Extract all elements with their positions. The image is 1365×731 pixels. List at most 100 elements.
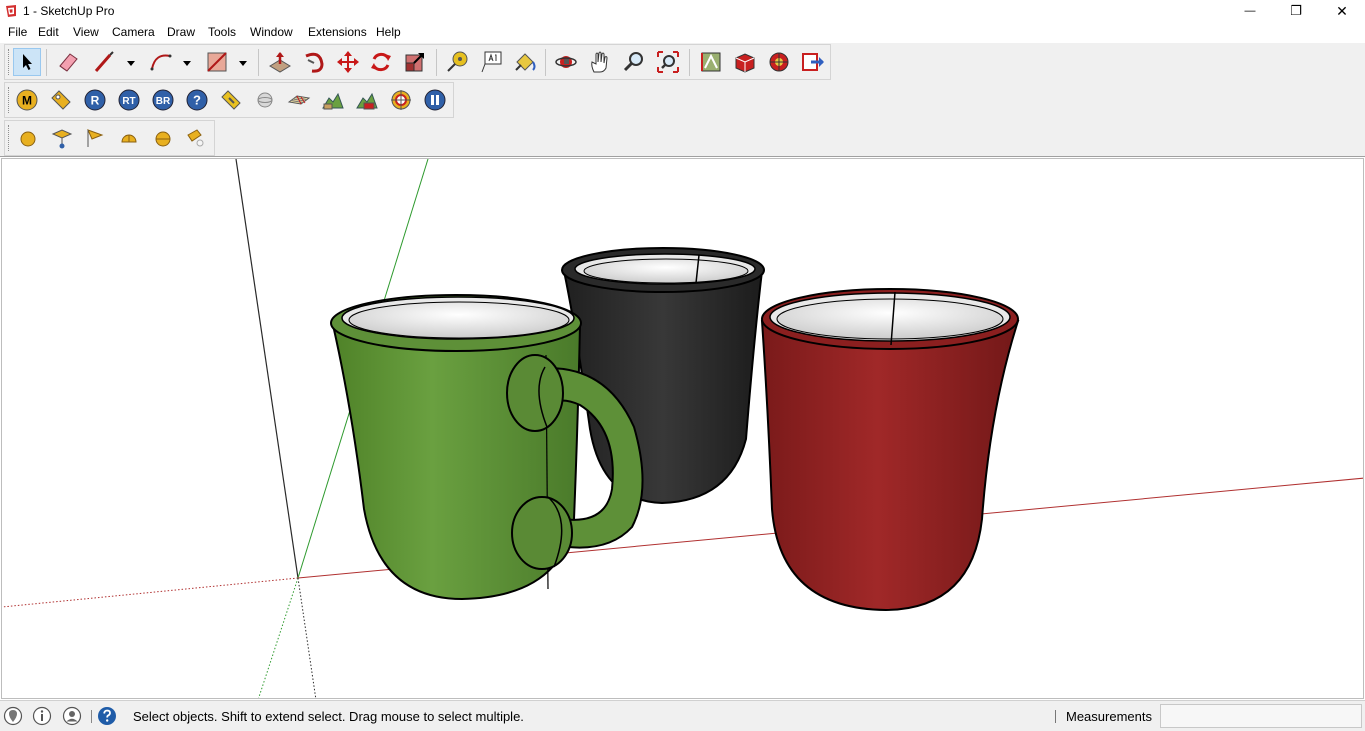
dome-shape-button[interactable] <box>115 124 143 152</box>
toolbar-separator <box>545 49 546 76</box>
extension-warehouse-button[interactable] <box>731 48 759 76</box>
label-tool-button[interactable] <box>217 86 245 114</box>
push-pull-button[interactable] <box>266 48 294 76</box>
zoom-icon <box>623 52 643 72</box>
m-tool-button[interactable]: M <box>13 86 41 114</box>
pan-button[interactable] <box>586 48 614 76</box>
window-title: 1 - SketchUp Pro <box>23 4 115 18</box>
blue-axis-negative <box>297 577 317 698</box>
toolbar-grip[interactable] <box>8 87 10 113</box>
menu-bar: File Edit View Camera Draw Tools Window … <box>0 22 1365 43</box>
geo-location-icon[interactable] <box>3 706 23 726</box>
restore-button[interactable]: ❐ <box>1273 0 1319 22</box>
toolbar-grip[interactable] <box>8 49 10 75</box>
menu-file[interactable]: File <box>8 25 27 39</box>
rt-tool-button[interactable]: RT <box>115 86 143 114</box>
credits-icon[interactable] <box>32 706 52 726</box>
minimize-button[interactable]: — <box>1227 0 1273 22</box>
orbit-icon <box>555 56 577 68</box>
user-icon[interactable] <box>62 706 82 726</box>
cone-shape-button[interactable] <box>81 124 109 152</box>
br-badge-letter: BR <box>156 96 171 107</box>
grid-tool-button[interactable] <box>285 86 313 114</box>
move-icon <box>337 51 359 73</box>
extension-help-button[interactable]: ? <box>183 86 211 114</box>
measurements-input[interactable] <box>1160 704 1362 728</box>
gray-sphere-icon <box>257 92 273 108</box>
close-icon: ✕ <box>1336 2 1348 19</box>
paint-bucket-button[interactable] <box>511 48 539 76</box>
minimize-icon: — <box>1244 5 1256 17</box>
hemisphere-icon <box>155 131 171 147</box>
send-to-layout-button[interactable] <box>799 48 827 76</box>
zoom-extents-button[interactable] <box>654 48 682 76</box>
select-button[interactable] <box>13 48 41 76</box>
eraser-button[interactable] <box>54 48 82 76</box>
wedge-shape-button[interactable] <box>182 124 210 152</box>
rectangle-button[interactable] <box>203 48 231 76</box>
model-viewport[interactable] <box>1 158 1364 699</box>
tape-measure-icon <box>447 51 468 72</box>
toolbar-separator <box>689 49 690 76</box>
pause-tool-button[interactable] <box>421 86 449 114</box>
arc-dropdown-icon[interactable] <box>182 58 192 68</box>
follow-me-icon <box>305 52 324 73</box>
layout-icon <box>769 52 789 72</box>
r-tool-button[interactable]: R <box>81 86 109 114</box>
close-button[interactable]: ✕ <box>1319 0 1365 22</box>
dome-icon <box>121 134 137 143</box>
help-badge-icon: ? <box>186 89 208 111</box>
rectangle-dropdown-icon[interactable] <box>238 58 248 68</box>
pyramid-shape-button[interactable] <box>48 124 76 152</box>
line-button[interactable] <box>90 48 118 76</box>
measurements-separator <box>1055 710 1056 723</box>
title-bar: 1 - SketchUp Pro — ❐ ✕ <box>0 0 1365 22</box>
menu-window[interactable]: Window <box>250 25 293 39</box>
menu-tools[interactable]: Tools <box>208 25 236 39</box>
red-axis-negative <box>2 577 299 608</box>
tape-measure-button[interactable] <box>443 48 471 76</box>
zoom-button[interactable] <box>620 48 648 76</box>
sphere-tool-button[interactable] <box>251 86 279 114</box>
hemisphere-shape-button[interactable] <box>149 124 177 152</box>
menu-camera[interactable]: Camera <box>112 25 155 39</box>
menu-extensions[interactable]: Extensions <box>308 25 367 39</box>
label-tag-icon <box>221 90 241 110</box>
extension-toolbar: M R RT BR ? <box>4 82 454 118</box>
3d-warehouse-button[interactable] <box>697 48 725 76</box>
line-dropdown-icon[interactable] <box>126 58 136 68</box>
shapes-toolbar <box>4 120 215 156</box>
terrain-edit-button[interactable] <box>353 86 381 114</box>
arc-button[interactable] <box>147 48 175 76</box>
text-icon <box>481 51 502 73</box>
layout-button[interactable] <box>765 48 793 76</box>
terrain-icon <box>322 92 344 110</box>
black-cup[interactable] <box>561 247 765 505</box>
help-icon[interactable] <box>97 706 117 726</box>
menu-edit[interactable]: Edit <box>38 25 59 39</box>
menu-help[interactable]: Help <box>376 25 401 39</box>
rt-badge-icon: RT <box>118 89 140 111</box>
target-tool-button[interactable] <box>387 86 415 114</box>
move-button[interactable] <box>334 48 362 76</box>
toolbar-separator <box>258 49 259 76</box>
scale-button[interactable] <box>401 48 429 76</box>
text-button[interactable] <box>477 48 505 76</box>
orbit-button[interactable] <box>552 48 580 76</box>
scene-canvas <box>2 159 1363 698</box>
follow-me-button[interactable] <box>300 48 328 76</box>
menu-draw[interactable]: Draw <box>167 25 195 39</box>
status-bar: Select objects. Shift to extend select. … <box>0 700 1365 731</box>
sphere-shape-button[interactable] <box>14 124 42 152</box>
terrain-tool-button[interactable] <box>319 86 347 114</box>
main-toolbar <box>4 44 831 80</box>
toolbar-grip[interactable] <box>8 125 10 151</box>
tag-tool-button[interactable] <box>47 86 75 114</box>
menu-view[interactable]: View <box>73 25 99 39</box>
rotate-button[interactable] <box>367 48 395 76</box>
status-message: Select objects. Shift to extend select. … <box>133 709 524 724</box>
br-tool-button[interactable]: BR <box>149 86 177 114</box>
rectangle-icon <box>207 52 227 72</box>
red-cup[interactable] <box>760 288 1020 612</box>
rotate-icon <box>371 52 391 72</box>
